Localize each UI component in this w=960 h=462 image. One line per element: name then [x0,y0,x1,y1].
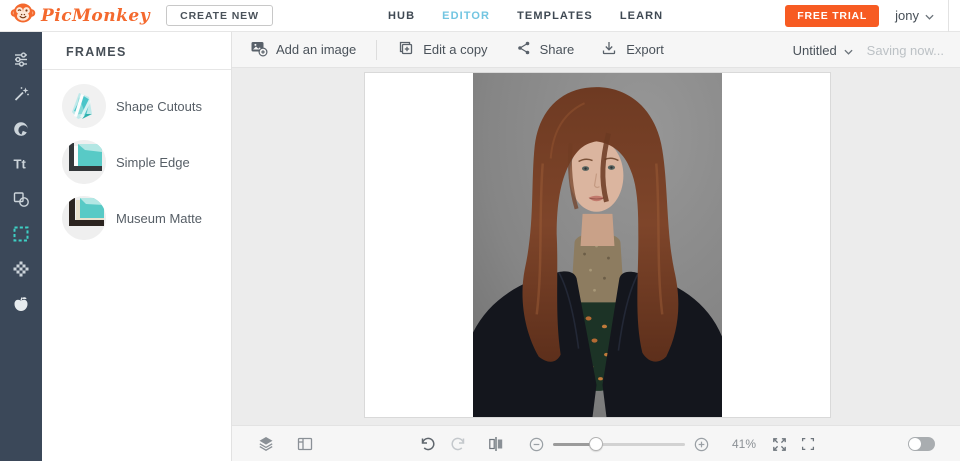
logo-wordmark: PicMonkey [41,5,151,26]
saving-status: Saving now... [866,42,944,58]
share-button[interactable]: Share [514,39,575,60]
nav-learn[interactable]: LEARN [620,10,663,22]
primary-nav: HUB EDITOR TEMPLATES LEARN [388,0,663,32]
document-title-text: Untitled [792,42,837,58]
editor-toolbar: Add an image Edit a copy Share Export Un… [232,32,960,68]
fit-to-screen-icon[interactable] [799,435,817,453]
document-title[interactable]: Untitled [793,43,853,58]
expand-fullscreen-icon[interactable] [770,435,789,454]
zoom-slider-track [597,443,685,446]
toolbar-right: Untitled Saving now... [793,32,944,68]
add-image-button[interactable]: Add an image [250,39,356,60]
frame-item-label: Museum Matte [116,210,202,226]
face-icon [11,119,31,144]
portrait-photo[interactable] [473,73,722,417]
frame-icon [11,224,31,249]
museum-matte-thumbnail [62,196,106,240]
copy-icon [397,39,415,60]
rail-item-frames[interactable] [0,219,42,254]
canvas-area [232,68,960,425]
layers-icon[interactable] [256,434,276,454]
rail-item-themes[interactable] [0,289,42,324]
undo-icon[interactable] [418,434,438,454]
magic-wand-icon [11,84,31,109]
rail-item-text[interactable]: Tt [0,149,42,184]
svg-text:Tt: Tt [14,157,27,172]
texture-checker-icon [11,259,31,284]
monkey-icon [10,0,36,31]
export-label: Export [626,42,664,57]
frames-panel: FRAMES Shape Cutouts Simple Edge Museum … [42,32,232,461]
compare-flip-icon[interactable] [486,434,506,454]
shape-cutouts-thumbnail [62,84,106,128]
redo-icon[interactable] [448,434,468,454]
share-label: Share [539,42,575,57]
toolbar-divider [376,39,378,60]
frame-item-museum-matte[interactable]: Museum Matte [42,190,231,246]
top-bar: PicMonkey CREATE NEW HUB EDITOR TEMPLATE… [0,0,960,32]
add-image-label: Add an image [276,42,357,57]
share-icon [514,39,532,60]
rail-item-graphics[interactable] [0,184,42,219]
theme-toggle-switch[interactable] [908,437,935,451]
nav-editor[interactable]: EDITOR [442,10,490,22]
chevron-down-icon [925,8,934,23]
toggle-knob [909,438,921,450]
rail-item-textures[interactable] [0,254,42,289]
edit-copy-label: Edit a copy [423,42,488,57]
frame-item-label: Shape Cutouts [116,98,203,114]
topbar-right: FREE TRIAL jony [785,0,960,32]
frame-item-shape-cutouts[interactable]: Shape Cutouts [42,78,231,134]
add-image-icon [250,39,268,60]
editor-main: Add an image Edit a copy Share Export Un… [232,32,960,461]
simple-edge-thumbnail [62,140,106,184]
status-bar: 41% [232,425,960,461]
zoom-percentage: 41% [732,437,757,451]
edit-copy-button[interactable]: Edit a copy [397,39,488,60]
shapes-icon [11,189,31,214]
zoom-slider-knob[interactable] [589,437,603,451]
apple-icon [11,294,31,319]
zoom-slider[interactable] [553,436,685,452]
chevron-down-icon [844,43,853,58]
rail-item-effects[interactable] [0,79,42,114]
text-icon: Tt [11,154,31,179]
nav-templates[interactable]: TEMPLATES [517,10,593,22]
frame-list: Shape Cutouts Simple Edge Museum Matte [42,70,231,246]
panel-title: FRAMES [66,45,127,59]
zoom-in-icon[interactable] [693,436,710,453]
frame-item-simple-edge[interactable]: Simple Edge [42,134,231,190]
statusbar-left [256,426,315,462]
picmonkey-editor: PicMonkey CREATE NEW HUB EDITOR TEMPLATE… [0,0,960,461]
username: jony [895,8,919,23]
sliders-icon [11,49,31,74]
export-button[interactable]: Export [600,39,664,60]
collage-grid-icon[interactable] [295,434,315,454]
rail-item-adjustments[interactable] [0,44,42,79]
frame-item-label: Simple Edge [116,154,190,170]
create-new-button[interactable]: CREATE NEW [166,5,273,26]
nav-hub[interactable]: HUB [388,10,415,22]
zoom-out-icon[interactable] [528,436,545,453]
free-trial-button[interactable]: FREE TRIAL [785,4,880,27]
rail-item-touch-up[interactable] [0,114,42,149]
statusbar-center: 41% [418,426,817,462]
canvas-page[interactable] [365,73,830,417]
export-download-icon [600,39,618,60]
user-menu[interactable]: jony [879,0,949,32]
tool-rail: Tt [0,32,42,461]
picmonkey-logo[interactable]: PicMonkey [10,0,150,31]
